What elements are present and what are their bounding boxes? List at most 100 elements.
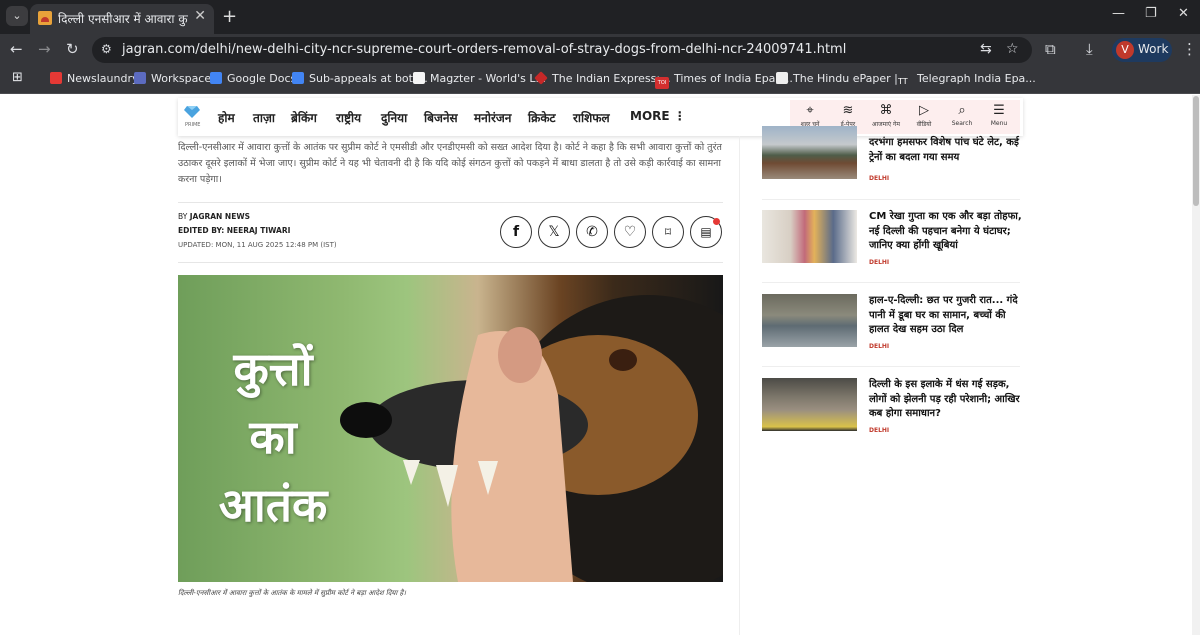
save-bookmark-icon[interactable]: ⌑ [652, 216, 684, 248]
hero-overlay-text: कुत्तों का आतंक [218, 342, 328, 532]
bookmark-star-icon[interactable]: ☆ [1006, 41, 1019, 57]
nav-world[interactable]: दुनिया [381, 109, 407, 126]
image-caption: दिल्ली-एनसीआर में आवारा कुत्तों के आतंक … [178, 589, 406, 597]
bookmark-telegraph[interactable]: TT Telegraph India Epa... [898, 72, 1036, 89]
site-info-icon[interactable]: ⚙ [101, 42, 117, 58]
prime-diamond-icon[interactable] [184, 106, 200, 118]
sidebar-story[interactable]: दिल्ली के इस इलाके में धंस गई सड़क, लोगो… [762, 378, 1022, 438]
video-icon: ▷ [919, 103, 929, 118]
nav-home[interactable]: होम [218, 109, 235, 126]
like-heart-icon[interactable]: ♡ [614, 216, 646, 248]
toi-icon: TOI [655, 77, 669, 89]
newslaundry-icon [50, 72, 62, 84]
x-share-icon[interactable]: 𝕏 [538, 216, 570, 248]
translate-icon[interactable]: ⇆ [980, 41, 992, 57]
bookmark-workspace[interactable]: Workspace [134, 72, 211, 88]
story-category-tag[interactable]: DELHI [869, 427, 889, 434]
sidebar-story[interactable]: CM रेखा गुप्ता का एक और बड़ा तोहफा, नई द… [762, 210, 1022, 270]
bookmark-newslaundry[interactable]: Newslaundry [50, 72, 138, 88]
bookmark-indian-express[interactable]: The Indian Express:... [534, 71, 671, 88]
edited-by: EDITED BY: NEERAJ TIWARI [178, 226, 291, 235]
apps-grid-icon[interactable]: ⊞ [12, 70, 23, 86]
nav-latest[interactable]: ताज़ा [253, 109, 275, 126]
story-title[interactable]: दरभंगा हमसफर विशेष पांच घंटे लेट, कई ट्र… [869, 136, 1024, 165]
story-title[interactable]: CM रेखा गुप्ता का एक और बड़ा तोहफा, नई द… [869, 210, 1024, 254]
profile-name: Work [1138, 42, 1169, 56]
story-title[interactable]: हाल-ए-दिल्ली: छत पर गुजरी रात... गंदे पा… [869, 294, 1024, 338]
indian-express-icon [534, 71, 548, 85]
story-thumbnail-flood[interactable] [762, 294, 857, 347]
google-docs-icon [292, 72, 304, 84]
bookmark-times-of-india[interactable]: TOI Times of India Epap... [655, 72, 793, 89]
google-docs-icon [210, 72, 222, 84]
restore-icon[interactable]: ❐ [1145, 6, 1157, 21]
browser-menu-icon[interactable]: ⋮ [1182, 40, 1197, 58]
browser-tabstrip: ⌄ दिल्ली एनसीआर में आवारा कुत्तों के ✕ +… [0, 0, 1200, 34]
bookmark-magzter[interactable]: Magzter - World's L... [413, 72, 546, 88]
story-category-tag[interactable]: DELHI [869, 259, 889, 266]
the-hindu-icon [776, 72, 788, 84]
tab-close-icon[interactable]: ✕ [194, 8, 206, 24]
story-category-tag[interactable]: DELHI [869, 175, 889, 182]
new-tab-button[interactable]: + [222, 6, 237, 27]
select-city-button[interactable]: ⌖ शहर चुनें [792, 102, 828, 128]
editor-name[interactable]: NEERAJ TIWARI [227, 226, 291, 235]
reload-icon[interactable]: ↻ [66, 40, 79, 58]
forward-icon[interactable]: → [38, 40, 51, 58]
nav-more[interactable]: MORE ⋮ [630, 109, 686, 123]
search-button[interactable]: ⌕ Search [944, 102, 980, 127]
magzter-icon [413, 72, 425, 84]
divider [762, 366, 1020, 367]
whatsapp-share-icon[interactable]: ✆ [576, 216, 608, 248]
updated-timestamp: UPDATED: MON, 11 AUG 2025 12:48 PM (IST) [178, 241, 337, 249]
nav-cricket[interactable]: क्रिकेट [528, 109, 556, 126]
hamburger-icon: ☰ [993, 103, 1005, 118]
url-text[interactable]: jagran.com/delhi/new-delhi-city-ncr-supr… [122, 42, 846, 57]
epaper-button[interactable]: ≋ ई-पेपर [830, 102, 866, 128]
column-divider [739, 136, 740, 635]
byline: BY JAGRAN NEWS [178, 212, 251, 221]
minimize-icon[interactable]: — [1112, 6, 1125, 21]
nav-national[interactable]: राष्ट्रीय [336, 109, 361, 126]
extensions-icon[interactable]: ⧉ [1045, 40, 1056, 58]
article-hero-image[interactable]: कुत्तों का आतंक [178, 275, 723, 582]
sidebar-story[interactable]: दरभंगा हमसफर विशेष पांच घंटे लेट, कई ट्र… [762, 126, 1022, 186]
telegraph-icon: TT [898, 77, 912, 89]
story-title[interactable]: दिल्ली के इस इलाके में धंस गई सड़क, लोगो… [869, 378, 1024, 422]
divider [762, 199, 1020, 200]
menu-button[interactable]: ☰ Menu [981, 102, 1017, 127]
nav-horoscope[interactable]: राशिफल [573, 109, 610, 126]
back-icon[interactable]: ← [10, 40, 23, 58]
bookmarks-bar: ⊞ Newslaundry Workspace Google Docs Sub-… [0, 66, 1200, 94]
workspace-icon [134, 72, 146, 84]
profile-button[interactable]: V Work [1112, 38, 1172, 62]
avatar: V [1116, 41, 1134, 59]
browser-tab-active[interactable]: दिल्ली एनसीआर में आवारा कुत्तों के ✕ [30, 4, 214, 34]
bookmark-sub-appeals[interactable]: Sub-appeals at bott... [292, 72, 428, 88]
nav-entertainment[interactable]: मनोरंजन [474, 109, 511, 126]
tab-title: दिल्ली एनसीआर में आवारा कुत्तों के [58, 12, 188, 26]
download-icon[interactable]: ⤓ [1086, 40, 1093, 58]
video-button[interactable]: ▷ वीडियो [906, 102, 942, 128]
divider [178, 202, 723, 203]
author-link[interactable]: JAGRAN NEWS [190, 212, 250, 221]
nav-breaking[interactable]: ब्रेकिंग [291, 109, 317, 126]
jagran-favicon-icon [38, 11, 52, 25]
notification-dot [713, 218, 720, 225]
story-thumbnail-train[interactable] [762, 126, 857, 179]
bookmark-google-docs[interactable]: Google Docs [210, 72, 296, 88]
article-intro: दिल्ली-एनसीआर में आवारा कुत्तों के आतंक … [178, 142, 722, 185]
sidebar-story[interactable]: हाल-ए-दिल्ली: छत पर गुजरी रात... गंदे पा… [762, 294, 1022, 354]
story-category-tag[interactable]: DELHI [869, 343, 889, 350]
facebook-share-icon[interactable]: f [500, 216, 532, 248]
story-thumbnail-road[interactable] [762, 378, 857, 431]
address-bar[interactable]: ⚙ jagran.com/delhi/new-delhi-city-ncr-su… [92, 37, 1032, 63]
close-window-icon[interactable]: ✕ [1178, 6, 1189, 21]
tab-search-button[interactable]: ⌄ [6, 6, 28, 26]
scrollbar-thumb[interactable] [1193, 96, 1199, 206]
bookmark-the-hindu[interactable]: The Hindu ePaper |... [776, 72, 908, 88]
games-button[interactable]: ⌘ आजमाएं गेम [868, 102, 904, 128]
nav-business[interactable]: बिजनेस [424, 109, 458, 126]
story-thumbnail-cm[interactable] [762, 210, 857, 263]
search-icon: ⌕ [958, 103, 966, 118]
